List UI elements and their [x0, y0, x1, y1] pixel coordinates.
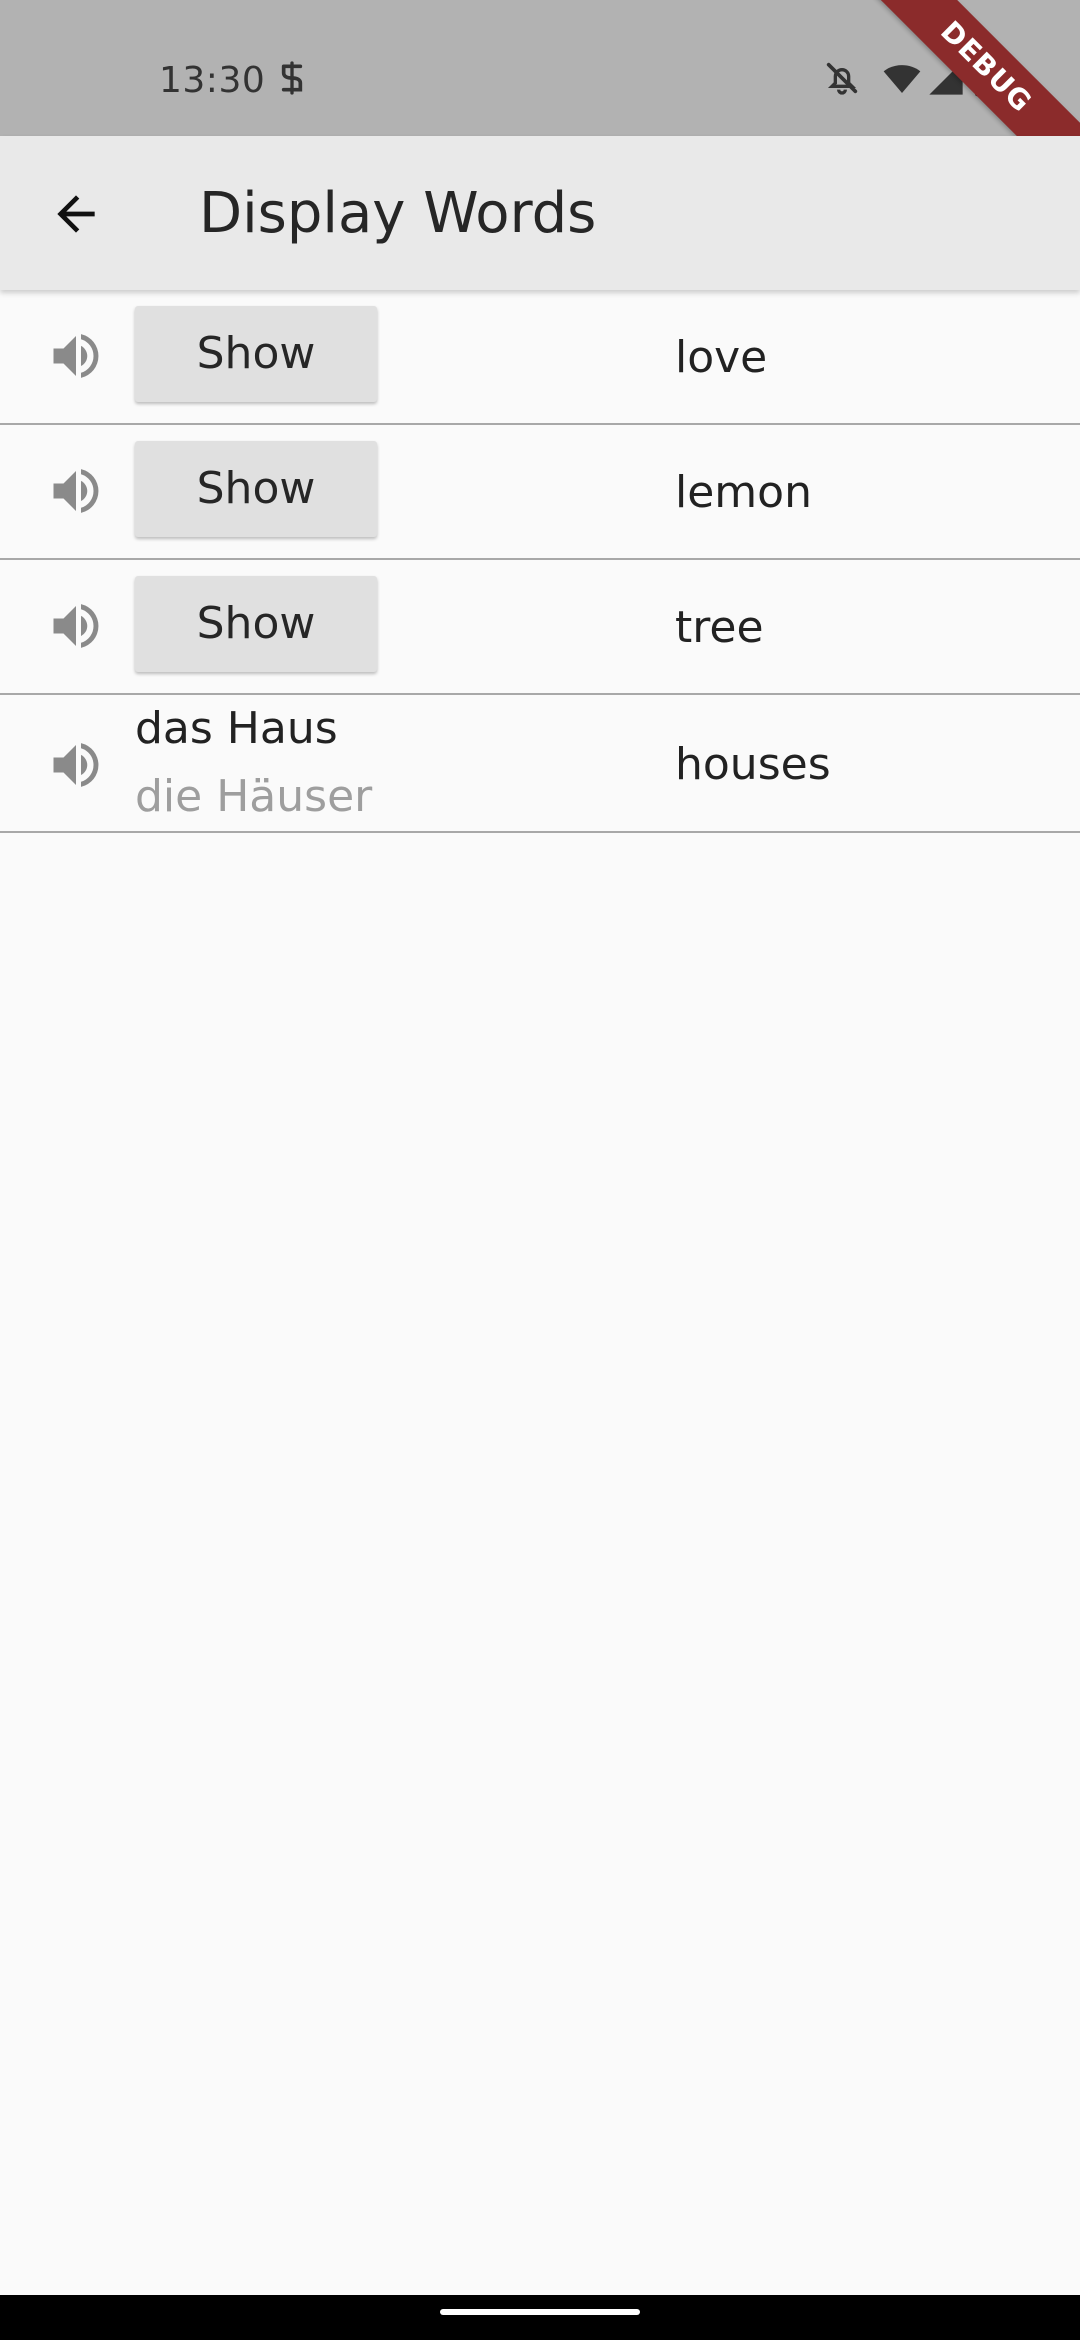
wifi-icon	[882, 58, 922, 98]
app-bar: Display Words	[0, 136, 1080, 290]
show-button[interactable]: Show	[135, 576, 377, 672]
list-item: Show tree	[0, 560, 1080, 695]
back-button[interactable]	[36, 174, 116, 254]
list-item: Show lemon	[0, 425, 1080, 560]
status-time: 13:30	[159, 60, 266, 101]
page-title: Display Words	[199, 181, 597, 246]
translation-text: houses	[675, 739, 831, 790]
speaker-icon[interactable]	[46, 326, 106, 386]
show-button[interactable]: Show	[135, 441, 377, 537]
word-singular: das Haus	[135, 703, 338, 754]
list-item: Show love	[0, 290, 1080, 425]
notification-app-icon	[272, 58, 312, 98]
word-list: Show love Show lemon Show tree das Haus …	[0, 290, 1080, 833]
arrow-back-icon	[57, 195, 95, 233]
navigation-bar	[0, 2295, 1080, 2340]
translation-text: love	[675, 332, 768, 383]
speaker-icon[interactable]	[46, 735, 106, 795]
bell-off-icon	[822, 58, 862, 98]
home-indicator[interactable]	[440, 2309, 640, 2315]
translation-text: tree	[675, 602, 764, 653]
translation-text: lemon	[675, 467, 812, 518]
speaker-icon[interactable]	[46, 461, 106, 521]
word-plural: die Häuser	[135, 771, 373, 822]
speaker-icon[interactable]	[46, 596, 106, 656]
show-button[interactable]: Show	[135, 306, 377, 402]
list-item: das Haus die Häuser houses	[0, 695, 1080, 833]
